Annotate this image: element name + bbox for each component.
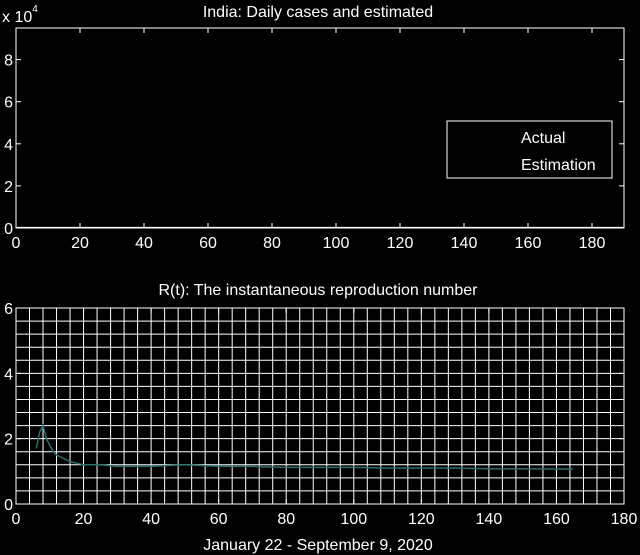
x-tick-label: 40	[142, 511, 160, 528]
y-tick-label: 8	[4, 53, 13, 70]
y-tick-label: 0	[4, 497, 13, 514]
legend-entry-estimation: Estimation	[521, 157, 596, 174]
x-tick-label: 20	[75, 511, 93, 528]
x-tick-label: 180	[579, 235, 606, 252]
x-tick-label: 80	[277, 511, 295, 528]
x-tick-label: 140	[476, 511, 503, 528]
x-tick-label: 20	[71, 235, 89, 252]
x-tick-label: 160	[543, 511, 570, 528]
cases-chart: India: Daily cases and estimated x 104 0…	[2, 4, 625, 252]
y-tick-label: 4	[4, 137, 13, 154]
x-tick-label: 80	[263, 235, 281, 252]
series-line-0	[35, 423, 574, 470]
x-tick-label: 140	[451, 235, 478, 252]
legend: Actual Estimation	[446, 120, 613, 179]
y-tick-label: 6	[4, 301, 13, 318]
y-tick-label: 0	[4, 221, 13, 238]
y-tick-label: 6	[4, 95, 13, 112]
reproduction-plot-area	[15, 307, 625, 505]
x-tick-label: 120	[408, 511, 435, 528]
y-tick-label: 4	[4, 366, 13, 383]
x-tick-label: 100	[323, 235, 350, 252]
x-tick-label: 60	[199, 235, 217, 252]
x-tick-label: 180	[611, 511, 638, 528]
cases-chart-title: India: Daily cases and estimated	[203, 4, 433, 21]
figure-canvas: India: Daily cases and estimated x 104 0…	[2, 4, 637, 554]
x-tick-label: 160	[515, 235, 542, 252]
y-exponent-label: x 104	[2, 4, 38, 26]
y-tick-label: 2	[4, 432, 13, 449]
x-tick-label: 100	[340, 511, 367, 528]
reproduction-chart-title: R(t): The instantaneous reproduction num…	[159, 282, 479, 299]
x-tick-label: 120	[387, 235, 414, 252]
x-tick-label: 40	[135, 235, 153, 252]
legend-entry-actual: Actual	[521, 130, 565, 147]
y-tick-label: 2	[4, 179, 13, 196]
x-axis-label: January 22 - September 9, 2020	[203, 537, 433, 554]
reproduction-number-chart: R(t): The instantaneous reproduction num…	[4, 282, 637, 554]
x-tick-label: 60	[210, 511, 228, 528]
y-exponent-base: x 10	[2, 9, 32, 26]
y-exponent-power: 4	[32, 4, 38, 15]
